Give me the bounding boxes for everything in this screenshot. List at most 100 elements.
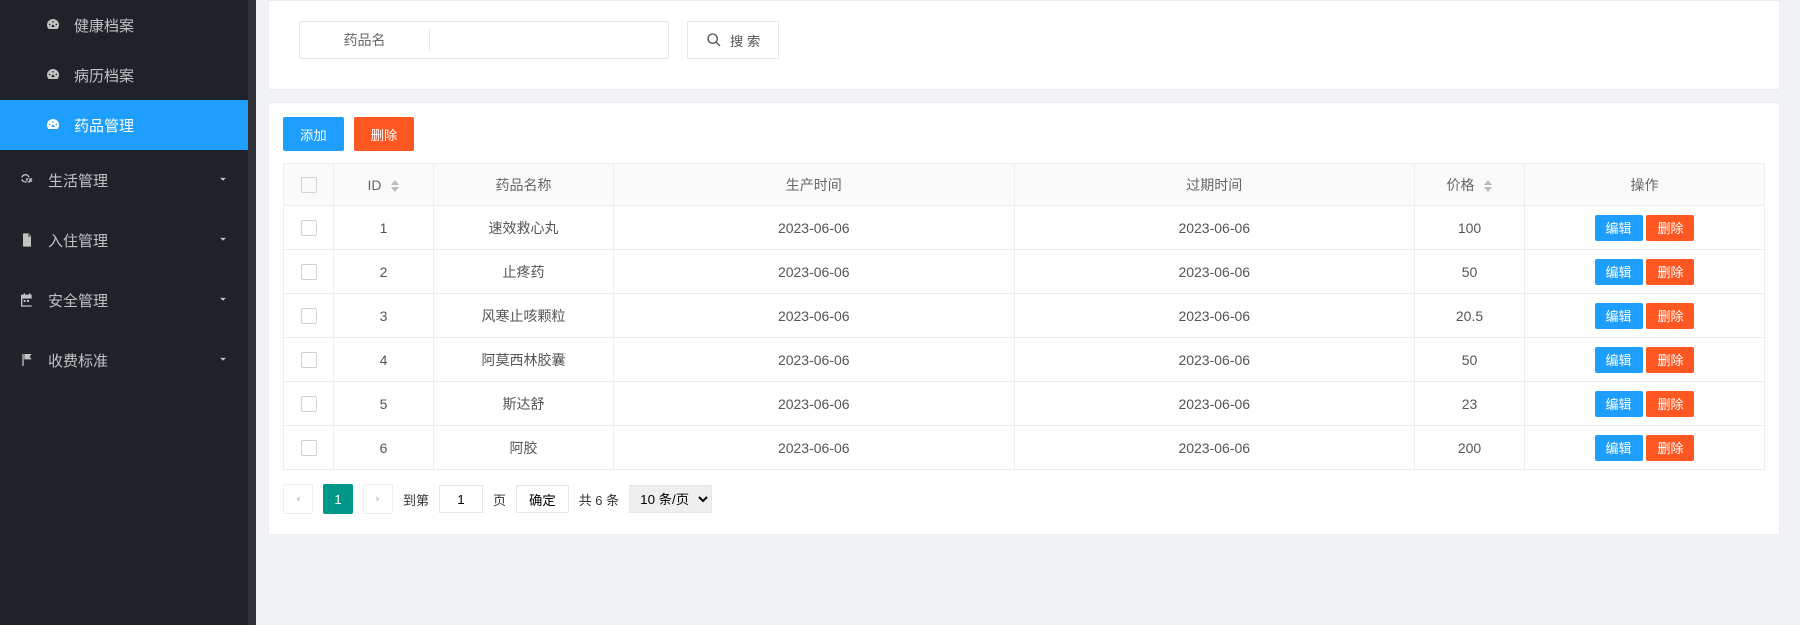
- pager-goto-input[interactable]: [439, 485, 483, 513]
- pager-size-select[interactable]: 10 条/页: [629, 485, 712, 513]
- col-id: ID: [368, 177, 382, 193]
- row-edit-button[interactable]: 编辑: [1595, 215, 1643, 241]
- table-panel: 添加 删除 ID 药品名称 生产时间 过期时间 价格: [268, 102, 1780, 535]
- row-checkbox[interactable]: [301, 440, 317, 456]
- pager-goto-prefix: 到第: [403, 490, 429, 509]
- cell-produce: 2023-06-06: [614, 206, 1015, 250]
- medicine-table: ID 药品名称 生产时间 过期时间 价格 操作 1速效救心丸2023-06-06…: [283, 163, 1765, 470]
- main-content: 药品名 搜 索 添加 删除 ID: [248, 0, 1800, 625]
- select-all-checkbox[interactable]: [301, 177, 317, 193]
- search-icon: [706, 32, 722, 48]
- row-checkbox[interactable]: [301, 352, 317, 368]
- chevron-down-icon: [216, 172, 230, 189]
- chevron-right-icon: [372, 493, 384, 505]
- col-expire: 过期时间: [1186, 177, 1242, 193]
- cell-price: 20.5: [1415, 294, 1525, 338]
- sidebar-item-checkin-mgmt[interactable]: 入住管理: [0, 210, 248, 270]
- cell-expire: 2023-06-06: [1014, 426, 1415, 470]
- cell-name: 阿莫西林胶囊: [434, 338, 614, 382]
- col-price: 价格: [1447, 177, 1475, 193]
- sidebar-item-security-mgmt[interactable]: 安全管理: [0, 270, 248, 330]
- dashboard-icon: [44, 16, 62, 34]
- row-checkbox[interactable]: [301, 264, 317, 280]
- pager-page-1[interactable]: 1: [323, 484, 353, 514]
- cell-id: 3: [334, 294, 434, 338]
- search-panel: 药品名 搜 索: [268, 0, 1780, 90]
- pager-goto-suffix: 页: [493, 490, 506, 509]
- cell-id: 6: [334, 426, 434, 470]
- pager-prev[interactable]: [283, 484, 313, 514]
- cell-name: 斯达舒: [434, 382, 614, 426]
- sidebar: 健康档案 病历档案 药品管理 生活管理 入住管理: [0, 0, 248, 625]
- search-input-label: 药品名: [300, 30, 430, 50]
- row-checkbox[interactable]: [301, 396, 317, 412]
- sidebar-item-label: 入住管理: [48, 230, 108, 251]
- cell-name: 止疼药: [434, 250, 614, 294]
- row-delete-button[interactable]: 删除: [1646, 215, 1694, 241]
- cell-expire: 2023-06-06: [1014, 250, 1415, 294]
- document-icon: [18, 231, 36, 249]
- cell-price: 50: [1415, 338, 1525, 382]
- sidebar-item-fee-standard[interactable]: 收费标准: [0, 330, 248, 390]
- col-name: 药品名称: [496, 177, 552, 193]
- gears-icon: [18, 171, 36, 189]
- row-delete-button[interactable]: 删除: [1646, 391, 1694, 417]
- delete-button[interactable]: 删除: [354, 117, 415, 151]
- cell-id: 2: [334, 250, 434, 294]
- cell-name: 速效救心丸: [434, 206, 614, 250]
- row-edit-button[interactable]: 编辑: [1595, 303, 1643, 329]
- chevron-left-icon: [292, 493, 304, 505]
- pager-next[interactable]: [363, 484, 393, 514]
- cell-expire: 2023-06-06: [1014, 206, 1415, 250]
- sidebar-item-medical-records[interactable]: 病历档案: [0, 50, 248, 100]
- table-row: 4阿莫西林胶囊2023-06-062023-06-0650编辑 删除: [284, 338, 1765, 382]
- row-delete-button[interactable]: 删除: [1646, 259, 1694, 285]
- cell-price: 100: [1415, 206, 1525, 250]
- sidebar-item-label: 收费标准: [48, 350, 108, 371]
- row-delete-button[interactable]: 删除: [1646, 303, 1694, 329]
- table-row: 6阿胶2023-06-062023-06-06200编辑 删除: [284, 426, 1765, 470]
- sort-price[interactable]: [1484, 180, 1492, 192]
- table-row: 2止疼药2023-06-062023-06-0650编辑 删除: [284, 250, 1765, 294]
- cell-id: 1: [334, 206, 434, 250]
- search-button[interactable]: 搜 索: [687, 21, 779, 59]
- sidebar-item-label: 安全管理: [48, 290, 108, 311]
- sidebar-item-label: 病历档案: [74, 65, 134, 86]
- medicine-name-input[interactable]: [430, 22, 668, 58]
- sidebar-item-medicine-mgmt[interactable]: 药品管理: [0, 100, 248, 150]
- chevron-down-icon: [216, 232, 230, 249]
- cell-produce: 2023-06-06: [614, 338, 1015, 382]
- row-checkbox[interactable]: [301, 220, 317, 236]
- cell-expire: 2023-06-06: [1014, 382, 1415, 426]
- cell-expire: 2023-06-06: [1014, 338, 1415, 382]
- flag-icon: [18, 351, 36, 369]
- sidebar-item-life-mgmt[interactable]: 生活管理: [0, 150, 248, 210]
- pager-total: 共 6 条: [579, 490, 619, 509]
- sidebar-item-label: 生活管理: [48, 170, 108, 191]
- sidebar-item-health-records[interactable]: 健康档案: [0, 0, 248, 50]
- search-button-label: 搜 索: [730, 31, 760, 50]
- chevron-down-icon: [216, 352, 230, 369]
- row-edit-button[interactable]: 编辑: [1595, 391, 1643, 417]
- cell-id: 4: [334, 338, 434, 382]
- row-edit-button[interactable]: 编辑: [1595, 259, 1643, 285]
- chevron-down-icon: [216, 292, 230, 309]
- cell-produce: 2023-06-06: [614, 426, 1015, 470]
- sidebar-item-label: 药品管理: [74, 115, 134, 136]
- cell-produce: 2023-06-06: [614, 382, 1015, 426]
- search-input-group: 药品名: [299, 21, 669, 59]
- add-button[interactable]: 添加: [283, 117, 344, 151]
- pager-confirm-button[interactable]: 确定: [516, 485, 569, 513]
- row-edit-button[interactable]: 编辑: [1595, 347, 1643, 373]
- calendar-icon: [18, 291, 36, 309]
- sort-id[interactable]: [391, 180, 399, 192]
- cell-expire: 2023-06-06: [1014, 294, 1415, 338]
- row-delete-button[interactable]: 删除: [1646, 435, 1694, 461]
- cell-produce: 2023-06-06: [614, 294, 1015, 338]
- col-produce: 生产时间: [786, 177, 842, 193]
- cell-price: 50: [1415, 250, 1525, 294]
- cell-produce: 2023-06-06: [614, 250, 1015, 294]
- row-delete-button[interactable]: 删除: [1646, 347, 1694, 373]
- row-checkbox[interactable]: [301, 308, 317, 324]
- row-edit-button[interactable]: 编辑: [1595, 435, 1643, 461]
